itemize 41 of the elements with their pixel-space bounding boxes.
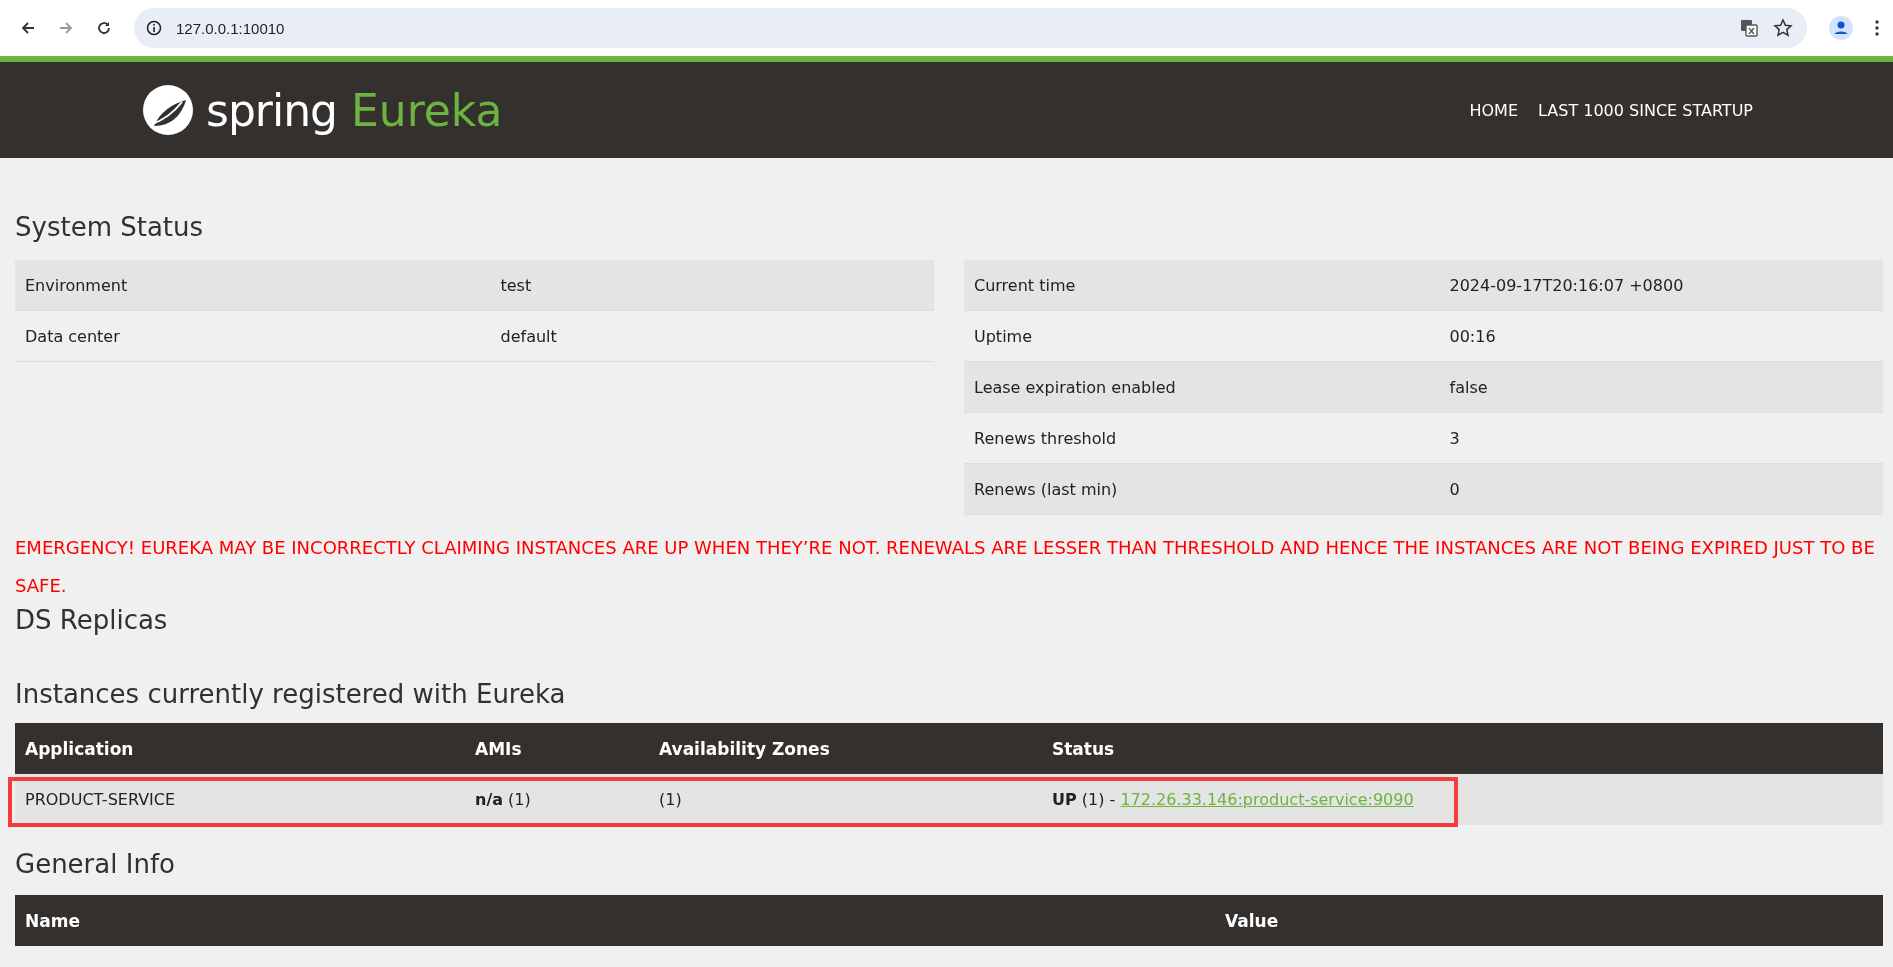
- column-header: Value: [1215, 895, 1883, 946]
- nav-link[interactable]: HOME: [1469, 100, 1518, 120]
- section-heading: System Status: [15, 211, 205, 244]
- profile-avatar-icon[interactable]: [1829, 16, 1853, 40]
- back-arrow-icon[interactable]: [20, 20, 36, 36]
- table-cell: Renews (last min): [964, 463, 1424, 515]
- table-cell: false: [1423, 361, 1883, 413]
- column-header: Application: [15, 723, 465, 774]
- table-cell: 3: [1423, 412, 1883, 464]
- column-header: Status: [1042, 723, 1883, 774]
- translate-icon[interactable]: [1739, 18, 1759, 38]
- status-text: UP (1) -: [1052, 790, 1116, 809]
- column-header: Availability Zones: [649, 723, 1042, 774]
- table-cell: 2024-09-17T20:16:07 +0800: [1423, 260, 1883, 311]
- table-cell: default: [474, 310, 934, 362]
- address-bar[interactable]: 127.0.0.1:10010: [134, 8, 1807, 48]
- table-cell: Lease expiration enabled: [964, 361, 1424, 413]
- emergency-warning: EMERGENCY! EUREKA MAY BE INCORRECTLY CLAIMING INSTANCES ARE UP WHEN THEY’RE NOT. RENEWALS ARE LESSER THAN THRESHOLD AND HENCE THE INSTANCES ARE NOT BEING EXPIRED JUST TO BE SAFE.: [15, 536, 1876, 598]
- section-heading: Instances currently registered with Eureka: [15, 678, 567, 711]
- nav-link[interactable]: LAST 1000 SINCE STARTUP: [1538, 100, 1753, 120]
- table-cell: Data center: [15, 310, 475, 362]
- star-icon[interactable]: [1773, 18, 1793, 38]
- table-cell: test: [474, 260, 934, 311]
- leaf-logo-icon: [140, 82, 196, 138]
- url-text: 127.0.0.1:10010: [176, 19, 285, 37]
- reload-icon[interactable]: [96, 20, 112, 36]
- table-cell: 0: [1423, 463, 1883, 515]
- forward-arrow-icon[interactable]: [58, 20, 74, 36]
- logo-product-name: Eureka: [351, 84, 503, 136]
- table-cell: Renews threshold: [964, 412, 1424, 464]
- column-header: AMIs: [465, 723, 649, 774]
- section-heading: DS Replicas: [15, 605, 169, 637]
- table-cell: Current time: [964, 260, 1424, 311]
- table-cell: 00:16: [1423, 310, 1883, 362]
- info-icon[interactable]: [146, 20, 162, 36]
- column-header: Name: [15, 895, 1215, 946]
- table-cell: Environment: [15, 260, 475, 311]
- menu-icon[interactable]: [1875, 20, 1879, 36]
- logo-wordmark: spring: [206, 84, 337, 136]
- table-cell: Uptime: [964, 310, 1424, 362]
- section-heading: General Info: [15, 848, 176, 881]
